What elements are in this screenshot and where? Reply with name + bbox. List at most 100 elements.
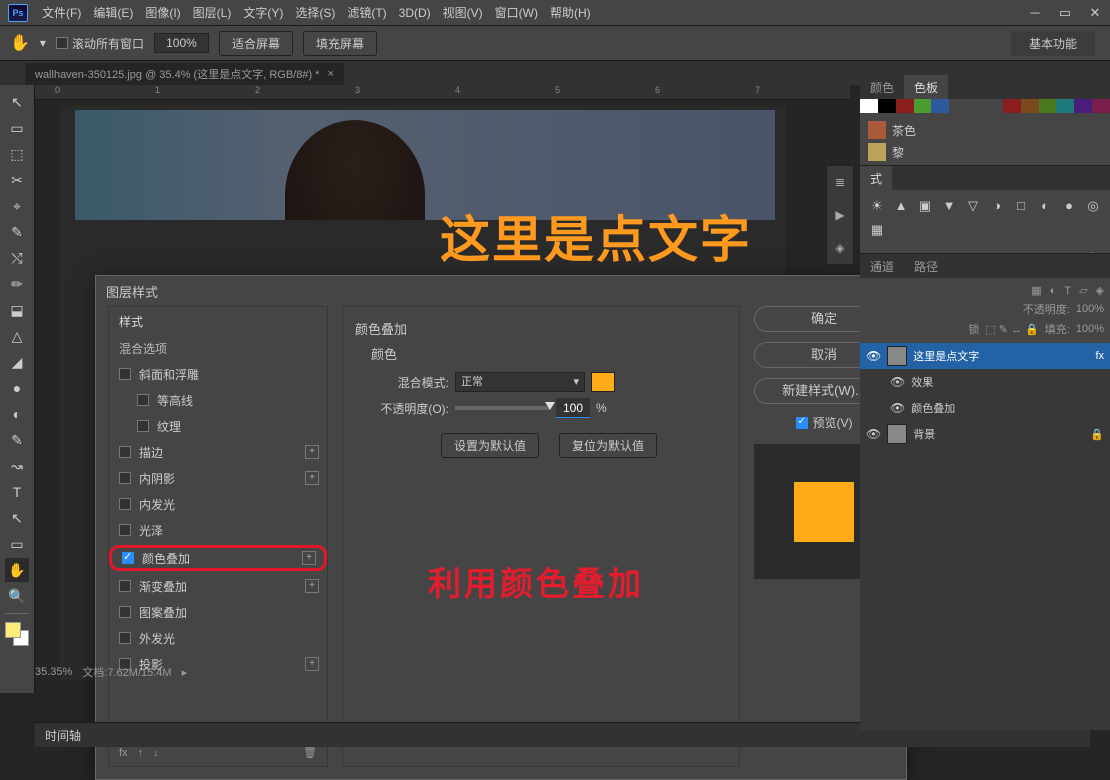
opacity-value[interactable]: 100%: [1076, 303, 1104, 315]
close-icon[interactable]: ✕: [1080, 0, 1110, 25]
menu-view[interactable]: 视图(V): [437, 0, 489, 25]
layer-row[interactable]: 👁这里是点文字fx: [860, 343, 1110, 369]
plus-icon[interactable]: +: [302, 551, 316, 565]
style-item-1[interactable]: 等高线: [109, 387, 327, 413]
plus-icon[interactable]: +: [305, 471, 319, 485]
path-select-tool[interactable]: ↖: [5, 506, 29, 530]
eye-icon[interactable]: 👁: [890, 401, 905, 415]
shape-filter-icon[interactable]: ▱: [1079, 284, 1087, 297]
tab-channels[interactable]: 通道: [860, 254, 904, 278]
opacity-slider[interactable]: [455, 406, 550, 410]
gradient-tool[interactable]: ●: [5, 376, 29, 400]
slider-thumb-icon[interactable]: [545, 402, 555, 410]
pen-tool[interactable]: ↝: [5, 454, 29, 478]
adjustment-icon[interactable]: ▣: [916, 198, 934, 216]
opacity-input[interactable]: 100: [556, 398, 590, 418]
fill-screen-button[interactable]: 填充屏幕: [303, 31, 377, 56]
zoom-status[interactable]: 35.35%: [35, 666, 72, 678]
adjustment-icon[interactable]: ◑: [988, 198, 1006, 216]
adjustment-icon[interactable]: ◐: [1036, 198, 1054, 216]
blend-mode-select[interactable]: 正常: [455, 372, 585, 392]
checkbox-icon[interactable]: [137, 394, 149, 406]
close-tab-icon[interactable]: ×: [327, 68, 333, 80]
tab-paths[interactable]: 路径: [904, 254, 948, 278]
adjust-filter-icon[interactable]: ◐: [1050, 285, 1057, 297]
menu-3d[interactable]: 3D(D): [393, 2, 437, 24]
document-tab[interactable]: wallhaven-350125.jpg @ 35.4% (这里是点文字, RG…: [25, 63, 344, 85]
menu-filter[interactable]: 滤镜(T): [341, 0, 392, 25]
history-brush-tool[interactable]: △: [5, 324, 29, 348]
status-dropdown-icon[interactable]: ▸: [182, 666, 188, 679]
down-arrow-icon[interactable]: ↓: [153, 747, 159, 759]
style-item-9[interactable]: 图案叠加: [109, 599, 327, 625]
swatch-strip[interactable]: [860, 99, 1110, 113]
adjustment-icon[interactable]: ▲: [892, 198, 910, 216]
swatch-item[interactable]: 黎: [860, 141, 1110, 163]
stamp-tool[interactable]: ⬓: [5, 298, 29, 322]
plus-icon[interactable]: +: [305, 657, 319, 671]
dodge-tool[interactable]: ✎: [5, 428, 29, 452]
blend-options-item[interactable]: 混合选项: [109, 336, 327, 361]
checkbox-icon[interactable]: [119, 524, 131, 536]
style-item-5[interactable]: 内发光: [109, 491, 327, 517]
layer-row[interactable]: 👁背景🔒: [860, 421, 1110, 447]
menu-window[interactable]: 窗口(W): [489, 0, 544, 25]
checkbox-icon[interactable]: [119, 632, 131, 644]
menu-select[interactable]: 选择(S): [289, 0, 341, 25]
cube-icon[interactable]: ◈: [835, 241, 844, 255]
hand-tool[interactable]: ✋: [5, 558, 29, 582]
tab-styles[interactable]: 式: [860, 166, 892, 190]
adjustment-icon[interactable]: ●: [1060, 198, 1078, 216]
pixel-filter-icon[interactable]: ▦: [1031, 284, 1041, 297]
type-filter-icon[interactable]: T: [1064, 285, 1071, 297]
style-item-3[interactable]: 描边+: [109, 439, 327, 465]
brush-tool[interactable]: ✏: [5, 272, 29, 296]
adjustment-icon[interactable]: ☀: [868, 198, 886, 216]
eye-icon[interactable]: 👁: [866, 349, 881, 363]
make-default-button[interactable]: 设置为默认值: [441, 433, 539, 458]
panel-dock-collapsed[interactable]: ≣ ▶ ◈: [826, 165, 854, 265]
style-item-2[interactable]: 纹理: [109, 413, 327, 439]
plus-icon[interactable]: +: [305, 445, 319, 459]
lock-icons[interactable]: ⬚ ✎ ↔ 🔒: [985, 323, 1038, 336]
eye-icon[interactable]: 👁: [866, 427, 881, 441]
checkbox-icon[interactable]: [119, 472, 131, 484]
plus-icon[interactable]: +: [305, 579, 319, 593]
dialog-titlebar[interactable]: 图层样式 ✕: [96, 276, 906, 306]
lasso-tool[interactable]: ⬚: [5, 142, 29, 166]
adjustment-icon[interactable]: ◎: [1084, 198, 1102, 216]
marquee-tool[interactable]: ▭: [5, 116, 29, 140]
foreground-background-colors[interactable]: [5, 622, 29, 646]
smart-filter-icon[interactable]: ◈: [1096, 284, 1104, 297]
adjustment-icon[interactable]: ▦: [868, 222, 886, 240]
layer-row[interactable]: 👁颜色叠加: [860, 395, 1110, 421]
maximize-icon[interactable]: ▭: [1050, 0, 1080, 25]
layer-filter-icons[interactable]: ▦ ◐ T ▱ ◈: [866, 284, 1104, 297]
styles-header[interactable]: 样式: [109, 307, 327, 336]
checkbox-icon[interactable]: [122, 552, 134, 564]
fit-screen-button[interactable]: 适合屏幕: [219, 31, 293, 56]
menu-help[interactable]: 帮助(H): [544, 0, 597, 25]
swatch-item[interactable]: 茶色: [860, 119, 1110, 141]
adjustment-icon[interactable]: ▼: [940, 198, 958, 216]
up-arrow-icon[interactable]: ↑: [138, 747, 144, 759]
adjustment-icon[interactable]: □: [1012, 198, 1030, 216]
menu-image[interactable]: 图像(I): [139, 0, 186, 25]
menu-layer[interactable]: 图层(L): [187, 0, 238, 25]
eraser-tool[interactable]: ◢: [5, 350, 29, 374]
style-item-6[interactable]: 光泽: [109, 517, 327, 543]
blur-tool[interactable]: ◐: [5, 402, 29, 426]
style-item-7[interactable]: 颜色叠加+: [109, 545, 327, 571]
adjustment-icon[interactable]: ▽: [964, 198, 982, 216]
checkbox-icon[interactable]: [119, 498, 131, 510]
minimize-icon[interactable]: ─: [1020, 0, 1050, 25]
workspace-button[interactable]: 基本功能: [1011, 31, 1095, 56]
eyedrop-tool[interactable]: ✎: [5, 220, 29, 244]
zoom-tool[interactable]: 🔍: [5, 584, 29, 608]
trash-icon[interactable]: 🗑: [303, 746, 317, 759]
zoom-100-button[interactable]: 100%: [154, 33, 209, 53]
checkbox-icon[interactable]: [137, 420, 149, 432]
color-swatch[interactable]: [591, 372, 615, 392]
reset-default-button[interactable]: 复位为默认值: [559, 433, 657, 458]
crop-tool[interactable]: ⌖: [5, 194, 29, 218]
